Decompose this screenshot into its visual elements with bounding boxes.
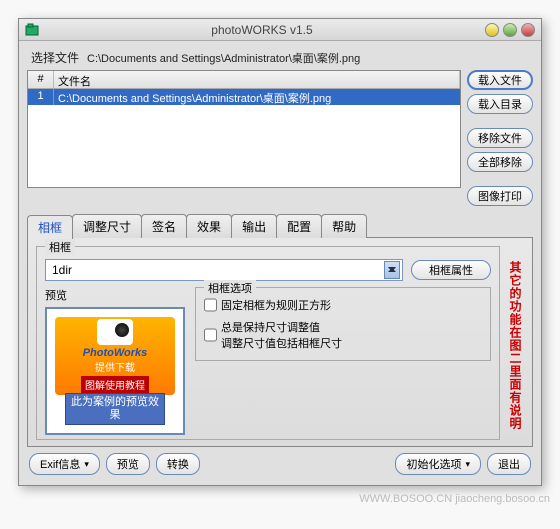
file-table[interactable]: # 文件名 1 C:\Documents and Settings\Admini… xyxy=(27,70,461,188)
minimize-button[interactable] xyxy=(485,23,499,37)
maximize-button[interactable] xyxy=(503,23,517,37)
remove-file-button[interactable]: 移除文件 xyxy=(467,128,533,148)
preview-button[interactable]: 预览 xyxy=(106,453,150,475)
opt-square-label: 固定相框为规则正方形 xyxy=(221,297,331,313)
app-window: photoWORKS v1.5 选择文件 C:\Documents and Se… xyxy=(18,18,542,486)
load-file-button[interactable]: 载入文件 xyxy=(467,70,533,90)
tab-panel-frame: 相框 1dir 相框属性 预览 xyxy=(27,237,533,447)
bottom-bar: Exif信息▾ 预览 转换 初始化选项▾ 退出 xyxy=(27,447,533,477)
opt-keepsize-label-b: 调整尺寸值包括相框尺寸 xyxy=(221,335,342,351)
frame-fieldset: 相框 1dir 相框属性 预览 xyxy=(36,246,500,440)
load-dir-button[interactable]: 载入目录 xyxy=(467,94,533,114)
convert-button[interactable]: 转换 xyxy=(156,453,200,475)
print-button[interactable]: 图像打印 xyxy=(467,186,533,206)
preview-label: 预览 xyxy=(45,287,185,303)
close-button[interactable] xyxy=(521,23,535,37)
preview-thumbnail: PhotoWorks 提供下载 图解使用教程 此为案例的预览效果 xyxy=(45,307,185,435)
cell-num: 1 xyxy=(28,89,54,105)
logo-bar: 图解使用教程 xyxy=(81,376,149,393)
frame-properties-button[interactable]: 相框属性 xyxy=(411,260,491,280)
select-file-label: 选择文件 xyxy=(31,49,87,66)
preview-callout: 此为案例的预览效果 xyxy=(65,393,165,425)
chevron-down-icon: ▾ xyxy=(465,459,470,470)
col-header-name: 文件名 xyxy=(54,71,460,88)
tab-bar: 相框 调整尺寸 签名 效果 输出 配置 帮助 xyxy=(27,214,533,238)
dropdown-icon xyxy=(384,261,400,279)
frame-select[interactable]: 1dir xyxy=(45,259,403,281)
camera-icon xyxy=(97,319,133,345)
remove-all-button[interactable]: 全部移除 xyxy=(467,152,533,172)
window-title: photoWORKS v1.5 xyxy=(39,23,485,37)
tab-help[interactable]: 帮助 xyxy=(321,214,367,238)
options-legend: 相框选项 xyxy=(204,280,256,296)
frame-legend: 相框 xyxy=(45,239,75,255)
tab-effect[interactable]: 效果 xyxy=(186,214,232,238)
side-note: 其它的功能在图二里面有说明 xyxy=(506,246,524,440)
opt-keepsize-checkbox[interactable] xyxy=(204,319,217,351)
table-row[interactable]: 1 C:\Documents and Settings\Administrato… xyxy=(28,89,460,105)
tab-resize[interactable]: 调整尺寸 xyxy=(72,214,142,238)
tab-frame[interactable]: 相框 xyxy=(27,215,73,239)
app-icon xyxy=(25,23,39,37)
logo-name: PhotoWorks xyxy=(83,347,148,359)
logo-sub: 提供下载 xyxy=(95,359,135,374)
frame-select-value: 1dir xyxy=(52,263,72,277)
preview-image: PhotoWorks 提供下载 图解使用教程 xyxy=(55,317,175,395)
exif-button[interactable]: Exif信息▾ xyxy=(29,453,100,475)
chevron-down-icon: ▾ xyxy=(84,459,89,470)
cell-name: C:\Documents and Settings\Administrator\… xyxy=(54,89,460,105)
init-options-button[interactable]: 初始化选项▾ xyxy=(395,453,481,475)
opt-keepsize-label-a: 总是保持尺寸调整值 xyxy=(221,319,342,335)
tab-sign[interactable]: 签名 xyxy=(141,214,187,238)
content-area: 选择文件 C:\Documents and Settings\Administr… xyxy=(19,41,541,485)
tab-output[interactable]: 输出 xyxy=(231,214,277,238)
current-file-path: C:\Documents and Settings\Administrator\… xyxy=(87,50,531,66)
opt-square-checkbox[interactable] xyxy=(204,297,217,313)
tab-config[interactable]: 配置 xyxy=(276,214,322,238)
titlebar: photoWORKS v1.5 xyxy=(19,19,541,41)
exit-button[interactable]: 退出 xyxy=(487,453,531,475)
col-header-num: # xyxy=(28,71,54,88)
watermark: WWW.BOSOO.CN jiaocheng.bosoo.cn xyxy=(359,493,550,505)
frame-options-box: 相框选项 固定相框为规则正方形 总是保持尺寸调整值 调整尺寸值包括相框尺寸 xyxy=(195,287,491,361)
